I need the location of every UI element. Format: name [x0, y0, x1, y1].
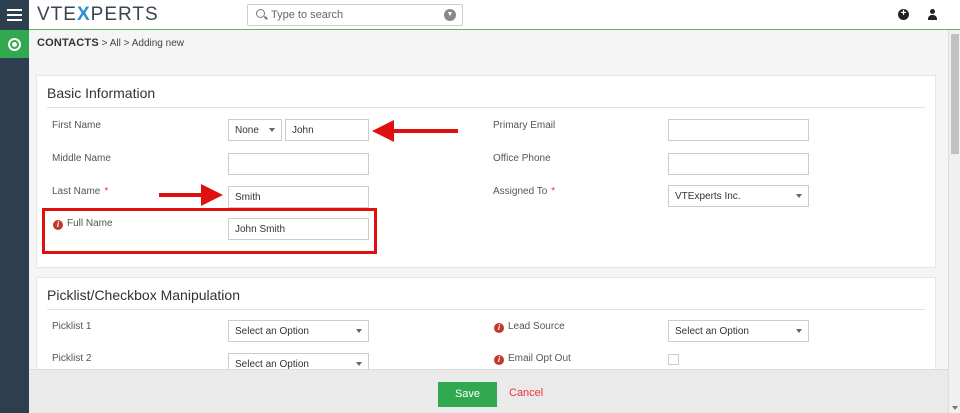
- full-name-highlight-box: [42, 208, 377, 254]
- primary-email-input[interactable]: [668, 119, 809, 141]
- hamburger-menu-icon[interactable]: [0, 0, 29, 30]
- breadcrumb-current: Adding new: [131, 38, 184, 49]
- save-button[interactable]: Save: [438, 382, 497, 407]
- scrollbar-thumb[interactable]: [951, 34, 959, 154]
- email-opt-out-checkbox[interactable]: [668, 354, 679, 365]
- salutation-select[interactable]: None: [228, 119, 282, 141]
- search-options-icon[interactable]: ▼: [444, 9, 456, 21]
- chevron-down-icon: [356, 362, 362, 366]
- middle-name-input[interactable]: [228, 153, 369, 175]
- panel-title: Picklist/Checkbox Manipulation: [47, 287, 240, 303]
- assigned-to-select[interactable]: VTExperts Inc.: [668, 185, 809, 207]
- email-opt-out-label: i Email Opt Out: [494, 353, 571, 365]
- cancel-link[interactable]: Cancel: [509, 387, 543, 399]
- form-footer: Save Cancel: [29, 369, 948, 413]
- breadcrumb-all[interactable]: All: [110, 38, 121, 49]
- picklist-1-label: Picklist 1: [52, 321, 92, 332]
- global-search[interactable]: Type to search ▼: [247, 4, 463, 26]
- primary-email-label: Primary Email: [493, 120, 556, 131]
- first-name-input[interactable]: John: [285, 119, 369, 141]
- chevron-down-icon: [269, 128, 275, 132]
- arrow-to-last-name-icon: [159, 184, 223, 206]
- panel-divider: [47, 309, 925, 310]
- page-scrollbar[interactable]: [948, 30, 960, 413]
- quick-create-icon[interactable]: +: [898, 9, 909, 20]
- scroll-down-icon[interactable]: [952, 406, 958, 410]
- top-bar: VTEXPERTS Type to search ▼ +: [29, 0, 960, 30]
- search-icon: [256, 9, 265, 18]
- assigned-to-label: Assigned To *: [493, 186, 556, 197]
- chevron-down-icon: [796, 194, 802, 198]
- picklist-1-select[interactable]: Select an Option: [228, 320, 369, 342]
- info-icon: i: [494, 355, 504, 365]
- lead-source-label: i Lead Source: [494, 321, 565, 333]
- breadcrumb-module[interactable]: CONTACTS: [37, 37, 99, 49]
- left-sidebar: [0, 0, 29, 413]
- office-phone-label: Office Phone: [493, 153, 551, 164]
- last-name-input[interactable]: Smith: [228, 186, 369, 208]
- panel-title: Basic Information: [47, 85, 156, 101]
- arrow-to-first-name-icon: [372, 120, 458, 142]
- chevron-down-icon: [796, 329, 802, 333]
- first-name-label: First Name: [52, 120, 101, 131]
- lead-source-select[interactable]: Select an Option: [668, 320, 809, 342]
- breadcrumb: CONTACTS > All > Adding new: [37, 37, 184, 49]
- picklist-2-label: Picklist 2: [52, 353, 92, 364]
- search-placeholder: Type to search: [271, 9, 344, 21]
- last-name-label: Last Name *: [52, 186, 109, 197]
- app-logo[interactable]: VTEXPERTS: [37, 4, 159, 26]
- user-profile-icon[interactable]: [927, 8, 938, 21]
- module-home-icon[interactable]: [0, 30, 29, 58]
- chevron-down-icon: [356, 329, 362, 333]
- middle-name-label: Middle Name: [52, 153, 111, 164]
- panel-divider: [47, 107, 925, 108]
- office-phone-input[interactable]: [668, 153, 809, 175]
- info-icon: i: [494, 323, 504, 333]
